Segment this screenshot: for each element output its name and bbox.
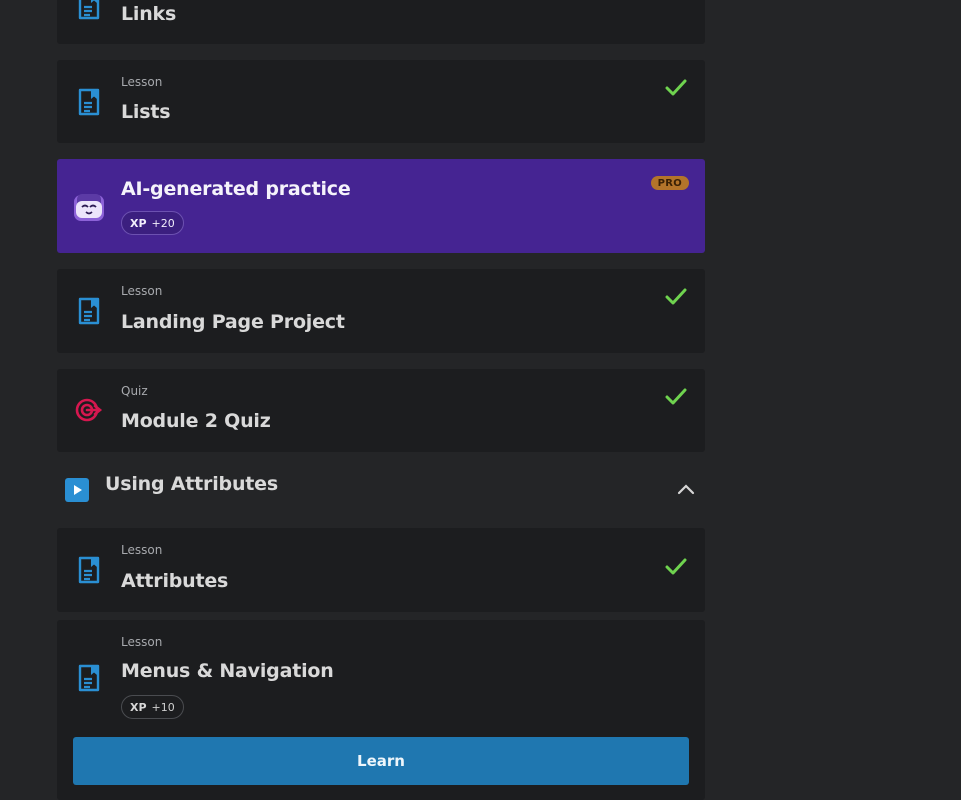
- lesson-card-links[interactable]: Links: [57, 0, 705, 44]
- practice-title: AI-generated practice: [121, 178, 351, 200]
- xp-value: +10: [151, 700, 175, 714]
- ai-mascot-icon: [74, 194, 104, 221]
- item-kind: Lesson: [121, 284, 163, 298]
- completed-check-icon: [665, 388, 687, 405]
- item-kind: Lesson: [121, 635, 163, 649]
- lesson-icon: [78, 664, 100, 692]
- pro-badge: PRO: [650, 176, 689, 190]
- chevron-up-icon[interactable]: [677, 483, 695, 495]
- xp-label: XP: [130, 700, 147, 714]
- lesson-card-menus-navigation[interactable]: Lesson Menus & Navigation XP +10 Learn: [57, 620, 705, 800]
- section-header-using-attributes[interactable]: Using Attributes: [57, 461, 705, 519]
- item-kind: Lesson: [121, 543, 163, 557]
- section-title: Using Attributes: [105, 473, 278, 495]
- lesson-title: Attributes: [121, 570, 229, 592]
- lesson-icon: [78, 88, 100, 116]
- lesson-title: Menus & Navigation: [121, 660, 334, 682]
- xp-badge: XP +10: [121, 695, 184, 719]
- lesson-icon: [78, 556, 100, 584]
- completed-check-icon: [665, 288, 687, 305]
- lesson-icon: [78, 0, 100, 20]
- lesson-title: Links: [121, 3, 177, 25]
- completed-check-icon: [665, 558, 687, 575]
- lesson-title: Lists: [121, 101, 171, 123]
- item-kind: Quiz: [121, 384, 148, 398]
- lesson-card-attributes[interactable]: Lesson Attributes: [57, 528, 705, 612]
- quiz-title: Module 2 Quiz: [121, 410, 271, 432]
- quiz-target-icon: [75, 398, 103, 422]
- learn-button[interactable]: Learn: [73, 737, 689, 785]
- xp-value: +20: [151, 216, 175, 230]
- lesson-icon: [78, 297, 100, 325]
- lesson-card-lists[interactable]: Lesson Lists: [57, 60, 705, 143]
- quiz-card-module-2[interactable]: Quiz Module 2 Quiz: [57, 369, 705, 452]
- ai-practice-card[interactable]: AI-generated practice PRO XP +20: [57, 159, 705, 253]
- item-kind: Lesson: [121, 75, 163, 89]
- completed-check-icon: [665, 79, 687, 96]
- video-play-icon: [65, 478, 89, 502]
- xp-label: XP: [130, 216, 147, 230]
- xp-badge: XP +20: [121, 211, 184, 235]
- lesson-title: Landing Page Project: [121, 311, 345, 333]
- lesson-card-landing-page-project[interactable]: Lesson Landing Page Project: [57, 269, 705, 353]
